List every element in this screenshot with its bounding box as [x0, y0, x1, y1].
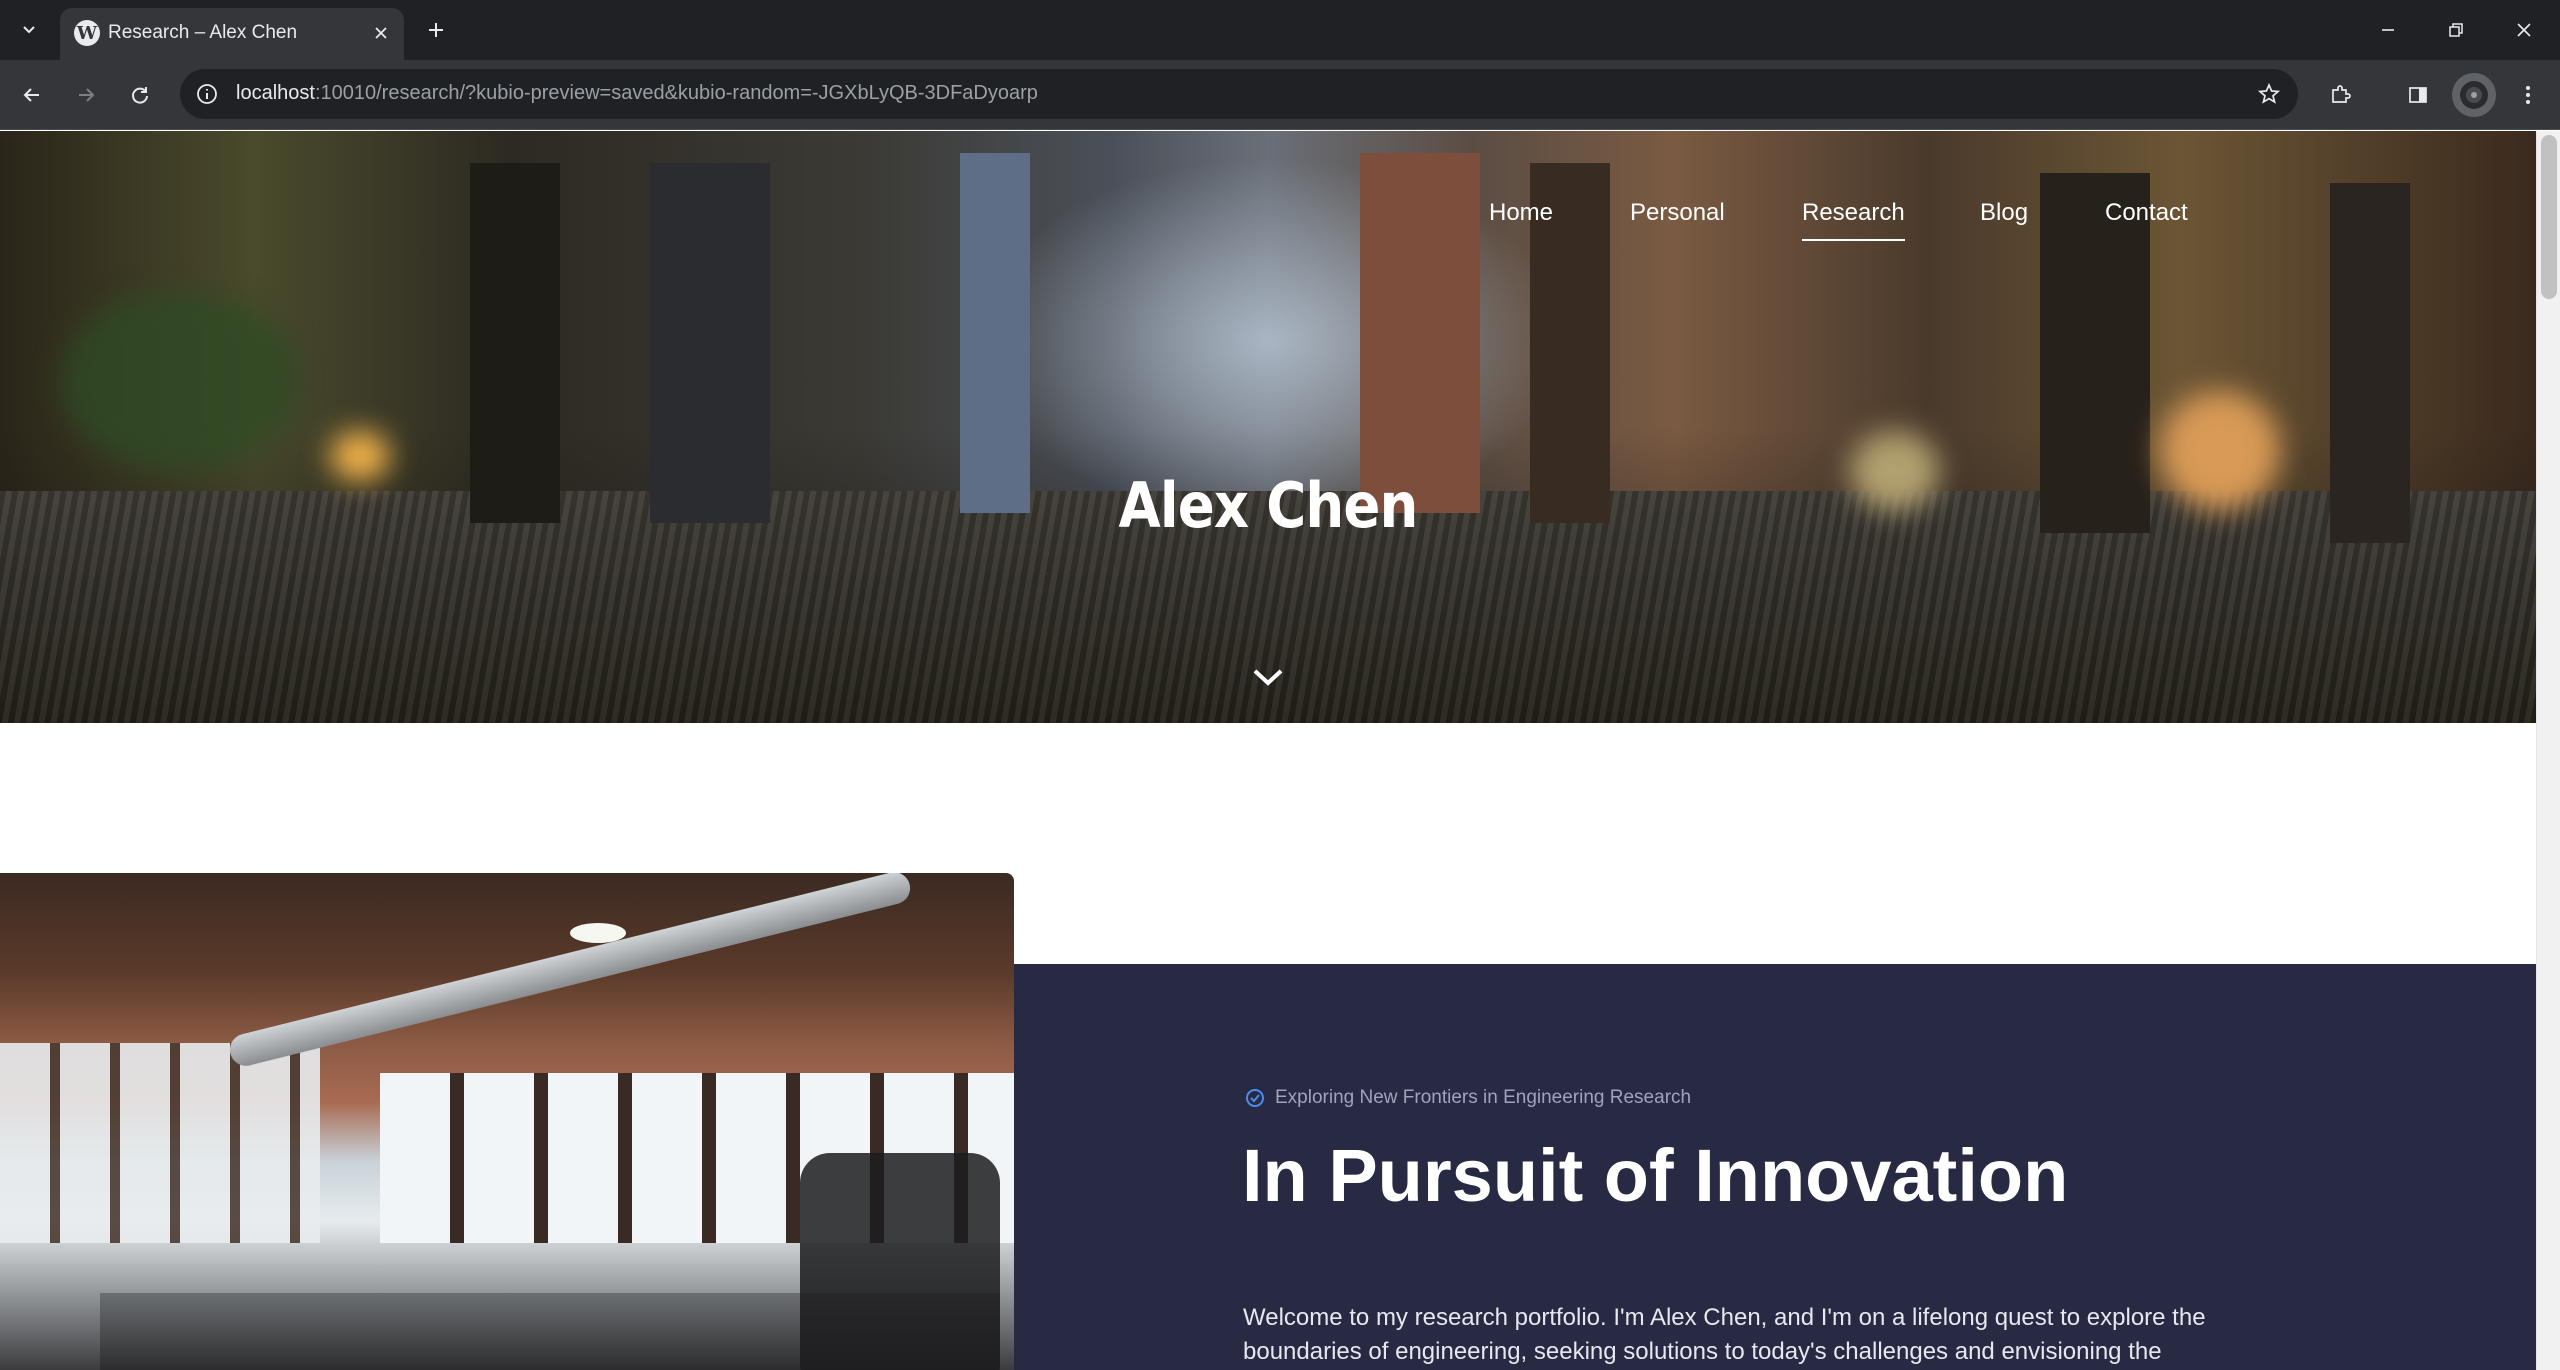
more-vert-icon: [2526, 86, 2530, 104]
scrollbar-thumb[interactable]: [2541, 135, 2557, 299]
address-bar[interactable]: localhost:10010/research/?kubio-preview=…: [180, 69, 2298, 119]
tagline-text: Exploring New Frontiers in Engineering R…: [1275, 1087, 1692, 1108]
tab-title: Research – Alex Chen: [108, 22, 298, 43]
side-panel-button[interactable]: [2396, 73, 2440, 117]
puzzle-icon: [2332, 85, 2351, 103]
restore-button[interactable]: [2422, 0, 2490, 60]
chevron-down-icon: [23, 26, 35, 34]
building-shape: [1360, 153, 1480, 513]
wordpress-icon: W: [74, 20, 100, 46]
section-tagline: Exploring New Frontiers in Engineering R…: [1245, 1087, 1691, 1109]
page-scrollbar[interactable]: [2536, 131, 2560, 1370]
site-info-icon[interactable]: [192, 79, 222, 109]
side-panel-icon: [2409, 87, 2427, 103]
scroll-down-button[interactable]: [1252, 663, 1284, 691]
hero-section: Home Personal Research Blog Contact Alex…: [0, 131, 2536, 723]
nav-research[interactable]: Research: [1802, 199, 1905, 241]
tab-close-button[interactable]: [366, 18, 396, 48]
chevron-down-icon: [1253, 669, 1283, 686]
url-host: localhost: [236, 82, 315, 104]
back-button[interactable]: [10, 73, 54, 117]
browser-tab-active[interactable]: W Research – Alex Chen: [60, 8, 404, 60]
photo-lamp-shape: [570, 923, 626, 943]
close-icon: [2517, 23, 2531, 37]
restore-icon: [2449, 23, 2463, 37]
nav-blog[interactable]: Blog: [1980, 199, 2028, 227]
photo-chair-shape: [800, 1153, 1000, 1370]
tab-search-button[interactable]: [10, 12, 48, 48]
avatar-icon: [2460, 81, 2488, 109]
bookmark-star-icon[interactable]: [2254, 79, 2284, 109]
building-shape: [960, 153, 1030, 513]
section-paragraph: Welcome to my research portfolio. I'm Al…: [1243, 1304, 2206, 1365]
reload-button[interactable]: [118, 73, 162, 117]
arrow-left-icon: [23, 88, 39, 102]
reload-icon: [132, 87, 148, 104]
office-photo: [0, 873, 1014, 1370]
new-tab-button[interactable]: [416, 12, 456, 48]
section-heading: In Pursuit of Innovation: [1242, 1134, 2069, 1217]
forward-button[interactable]: [64, 73, 108, 117]
url-text[interactable]: localhost:10010/research/?kubio-preview=…: [236, 82, 1038, 105]
extensions-button[interactable]: [2318, 73, 2362, 117]
photo-window-shape: [0, 1043, 320, 1243]
light-glow: [60, 291, 300, 471]
menu-button[interactable]: [2506, 73, 2550, 117]
nav-home[interactable]: Home: [1489, 199, 1553, 227]
plus-icon: [429, 23, 443, 37]
hero-title: Alex Chen: [1118, 469, 1419, 542]
page-viewport: Home Personal Research Blog Contact Alex…: [0, 131, 2560, 1370]
minimize-button[interactable]: [2354, 0, 2422, 60]
url-path: :10010/research/?kubio-preview=saved&kub…: [314, 82, 1038, 104]
nav-personal[interactable]: Personal: [1630, 199, 1725, 227]
photo-duct-shape: [226, 873, 914, 1070]
check-circle-icon: [1245, 1088, 1265, 1108]
minimize-icon: [2382, 29, 2394, 31]
nav-contact[interactable]: Contact: [2105, 199, 2188, 227]
window-close-button[interactable]: [2490, 0, 2558, 60]
tab-strip: W Research – Alex Chen: [0, 0, 2560, 60]
close-icon: [375, 27, 387, 39]
arrow-right-icon: [79, 88, 95, 102]
profile-avatar[interactable]: [2452, 73, 2496, 117]
browser-toolbar: localhost:10010/research/?kubio-preview=…: [0, 60, 2560, 130]
